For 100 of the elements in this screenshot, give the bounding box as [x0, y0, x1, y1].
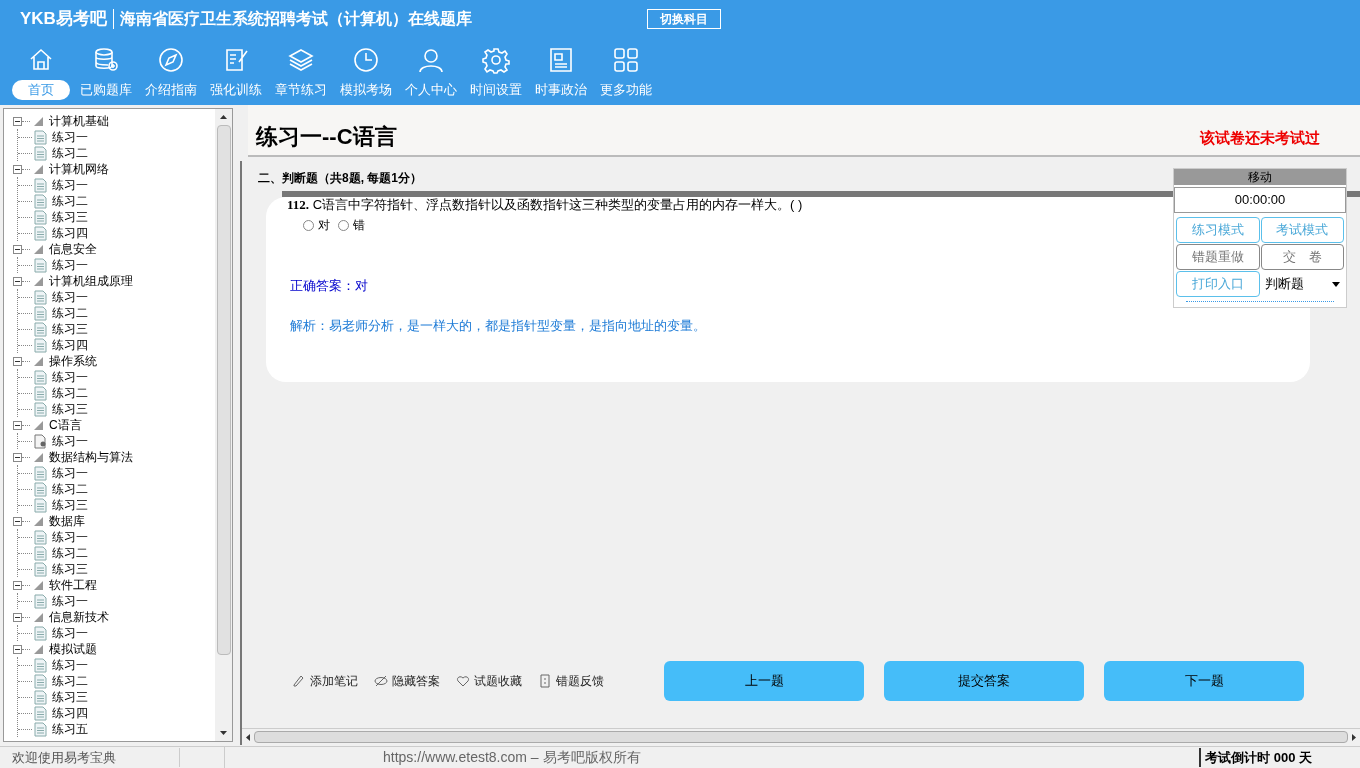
scroll-up-arrow-icon[interactable] [220, 115, 227, 119]
document-icon [538, 674, 552, 688]
collapse-toggle-icon[interactable] [13, 244, 22, 254]
timer: 00:00:00 [1174, 187, 1346, 213]
welcome-text: 欢迎使用易考宝典 [0, 747, 180, 768]
triangle-icon [34, 612, 43, 622]
tree-item[interactable]: 练习二 [52, 144, 88, 162]
collapse-toggle-icon[interactable] [13, 116, 22, 126]
tree-item[interactable]: 练习二 [52, 192, 88, 210]
tree-item[interactable]: 练习一 [52, 128, 88, 146]
tree-item[interactable]: 练习三 [52, 688, 88, 706]
tree-item[interactable]: 练习二 [52, 384, 88, 402]
dropdown-caret-icon [1332, 281, 1340, 287]
tree-item[interactable]: 练习二 [52, 480, 88, 498]
collapse-toggle-icon[interactable] [13, 612, 22, 622]
tree-group-label[interactable]: 信息安全 [49, 240, 97, 258]
triangle-icon [34, 244, 43, 254]
tree-item[interactable]: 练习一 [52, 656, 88, 674]
horizontal-scrollbar[interactable] [242, 728, 1360, 745]
toolbar-link[interactable]: 错题反馈 [538, 672, 604, 690]
tree-item[interactable]: 练习三 [52, 320, 88, 338]
triangle-icon [34, 580, 43, 590]
collapse-toggle-icon[interactable] [13, 580, 22, 590]
tree-item[interactable]: 练习二 [52, 304, 88, 322]
settings-icon [481, 46, 510, 74]
collapse-toggle-icon[interactable] [13, 644, 22, 654]
scroll-down-arrow-icon[interactable] [220, 731, 227, 735]
mode-button[interactable]: 错题重做 [1176, 244, 1260, 270]
triangle-icon [34, 420, 43, 430]
triangle-icon [34, 276, 43, 286]
tree-group-label[interactable]: 模拟试题 [49, 640, 97, 658]
tree-group-label[interactable]: C语言 [49, 416, 82, 434]
tree-group-label[interactable]: 操作系统 [49, 352, 97, 370]
tree-group-label[interactable]: 计算机组成原理 [49, 272, 133, 290]
tree-item[interactable]: 练习一 [52, 464, 88, 482]
answer-analysis: 解析：易老师分析，是一样大的，都是指针型变量，是指向地址的变量。 [290, 316, 706, 335]
panel-title: 移动 [1174, 169, 1346, 185]
tree-group-label[interactable]: 数据结构与算法 [49, 448, 133, 466]
tree-item[interactable]: 练习三 [52, 560, 88, 578]
tree-group-label[interactable]: 数据库 [49, 512, 85, 530]
layers-icon [286, 46, 315, 74]
countdown-text: 考试倒计时 000 天 [1199, 747, 1360, 768]
radio-option[interactable]: 对 [303, 216, 330, 234]
scroll-right-arrow-icon[interactable] [1352, 733, 1356, 741]
tree-item[interactable]: 练习四 [52, 224, 88, 242]
compass-icon [156, 46, 185, 74]
correct-answer: 正确答案：对 [290, 277, 368, 295]
toolbar-link[interactable]: 添加笔记 [292, 672, 358, 690]
clock-icon [351, 46, 380, 74]
action-button[interactable]: 上一题 [664, 661, 864, 701]
action-button[interactable]: 下一题 [1104, 661, 1304, 701]
scrollbar[interactable] [215, 109, 232, 741]
tree-item[interactable]: 练习二 [52, 672, 88, 690]
collapse-toggle-icon[interactable] [13, 516, 22, 526]
collapse-toggle-icon[interactable] [13, 356, 22, 366]
question-type-dropdown[interactable]: 判断题 [1260, 271, 1344, 297]
tree-item[interactable]: 练习一 [52, 624, 88, 642]
collapse-toggle-icon[interactable] [13, 420, 22, 430]
toolbar-link[interactable]: 隐藏答案 [374, 672, 440, 690]
mode-button[interactable]: 交 卷 [1260, 244, 1344, 270]
tree-item[interactable]: 练习四 [52, 336, 88, 354]
toolbar-link[interactable]: 试题收藏 [456, 672, 522, 690]
tree-group-label[interactable]: 软件工程 [49, 576, 97, 594]
tree-item[interactable]: 练习一 [52, 432, 88, 450]
logo: YKB易考吧 [20, 8, 107, 31]
tree-group-label[interactable]: 信息新技术 [49, 608, 109, 626]
section-heading: 二、判断题（共8题, 每题1分） [258, 170, 422, 187]
pencil-icon [292, 674, 306, 688]
tree-item[interactable]: 练习一 [52, 288, 88, 306]
tree-item[interactable]: 练习五 [52, 720, 88, 738]
tree-item[interactable]: 练习二 [52, 544, 88, 562]
tree-item[interactable]: 练习三 [52, 208, 88, 226]
triangle-icon [34, 644, 43, 654]
collapse-toggle-icon[interactable] [13, 164, 22, 174]
person-icon [416, 46, 445, 74]
tree-item[interactable]: 练习三 [52, 496, 88, 514]
tree-item[interactable]: 练习三 [52, 400, 88, 418]
triangle-icon [34, 164, 43, 174]
collapse-toggle-icon[interactable] [13, 452, 22, 462]
grid-icon [611, 46, 640, 74]
tree-item[interactable]: 练习一 [52, 592, 88, 610]
heart-icon [456, 674, 470, 688]
radio-option[interactable]: 错 [338, 216, 365, 234]
triangle-icon [34, 452, 43, 462]
tree-item[interactable]: 练习一 [52, 368, 88, 386]
tree-item[interactable]: 练习一 [52, 176, 88, 194]
paper-status: 该试卷还未考试过 [1200, 127, 1320, 148]
scroll-left-arrow-icon[interactable] [246, 733, 250, 741]
paper-title: 练习一--C语言 [254, 123, 397, 151]
tree-item[interactable]: 练习一 [52, 528, 88, 546]
triangle-icon [34, 516, 43, 526]
tree-item[interactable]: 练习四 [52, 704, 88, 722]
collapse-toggle-icon[interactable] [13, 276, 22, 286]
action-button[interactable]: 提交答案 [884, 661, 1084, 701]
eye-icon [374, 674, 388, 688]
tree-group-label[interactable]: 计算机网络 [49, 160, 109, 178]
tree-group-label[interactable]: 计算机基础 [49, 112, 109, 130]
tree-item[interactable]: 练习一 [52, 256, 88, 274]
triangle-icon [34, 116, 43, 126]
triangle-icon [34, 356, 43, 366]
